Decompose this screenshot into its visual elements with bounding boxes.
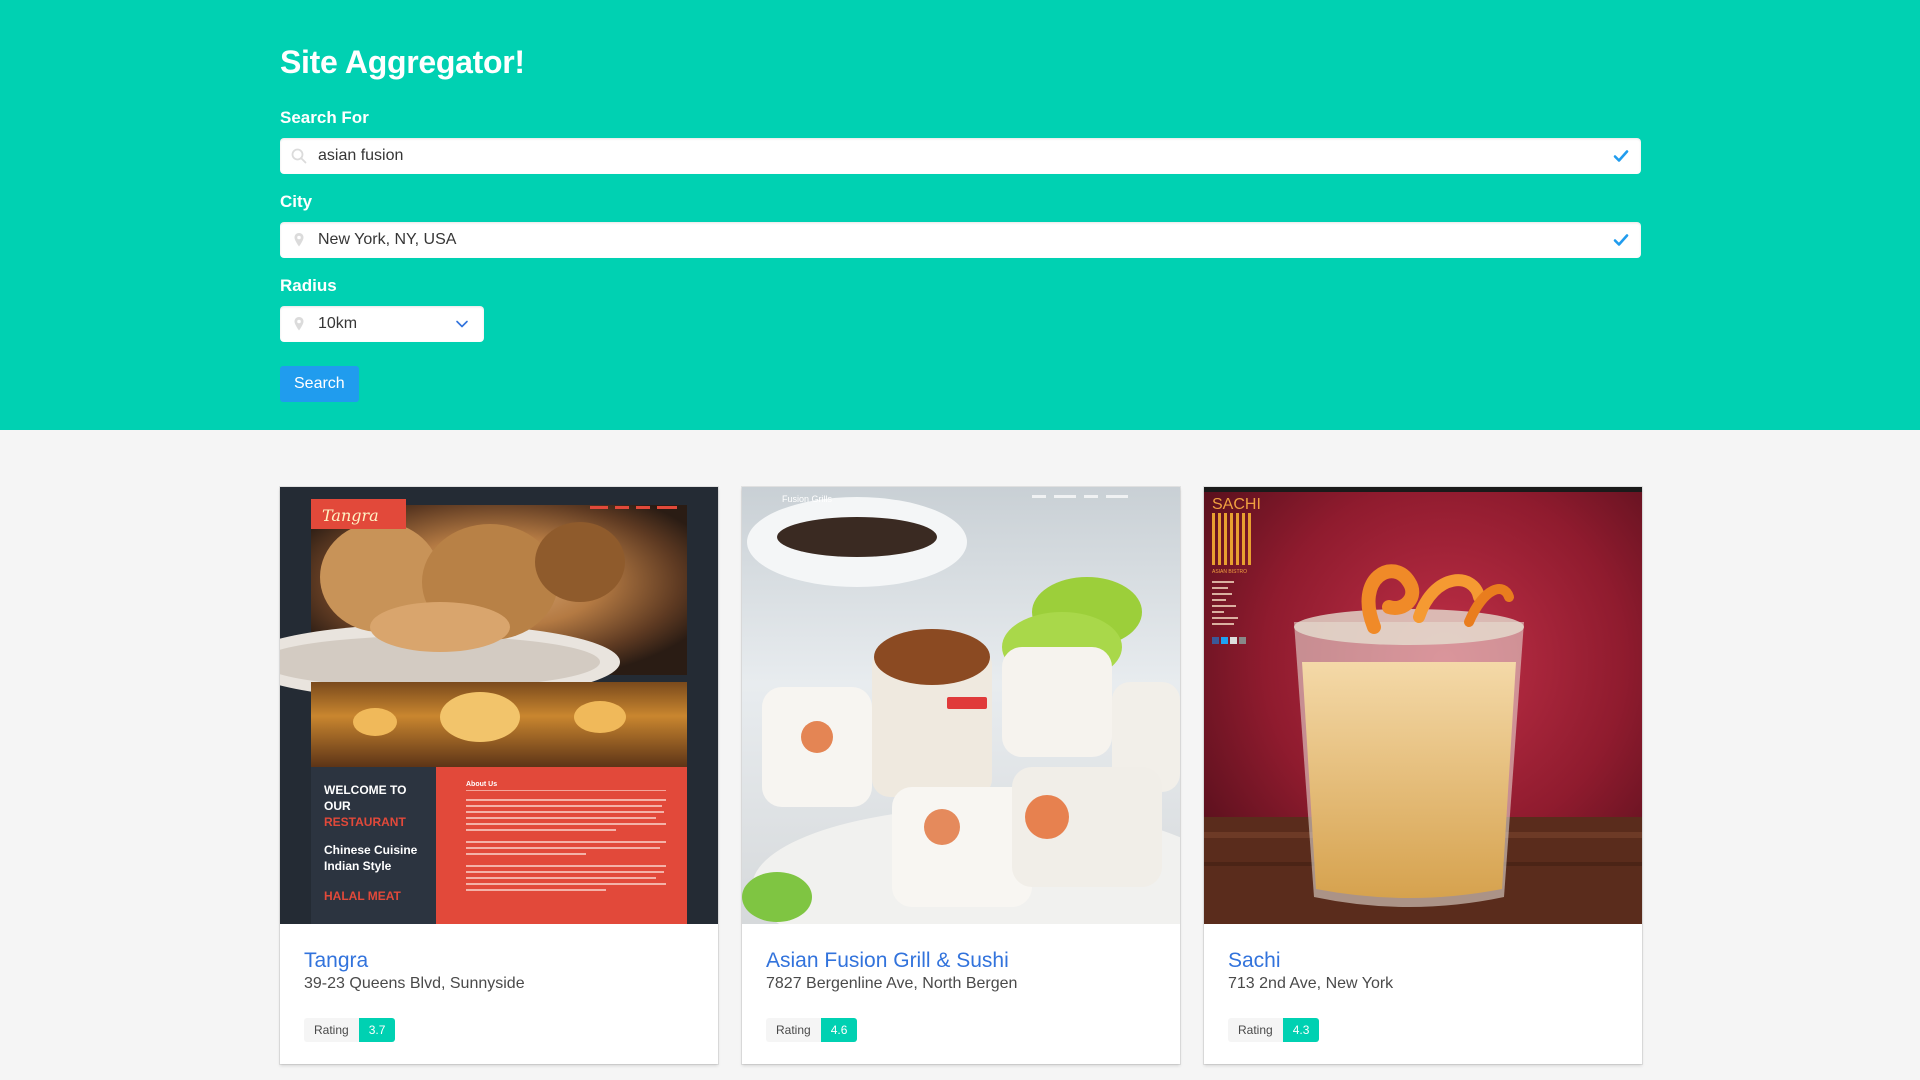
thumb-logo-text: Tangra — [322, 506, 379, 525]
thumb-welcome-2: OUR — [324, 799, 351, 813]
check-icon — [1613, 234, 1629, 246]
search-for-field: Search For — [280, 106, 1641, 174]
thumb-logo-text: Fusion Grills — [782, 494, 833, 504]
thumb-welcome-1: WELCOME TO — [324, 783, 406, 797]
restaurant-name-link[interactable]: Sachi — [1228, 948, 1281, 974]
rating-value: 4.3 — [1282, 1018, 1320, 1042]
restaurant-address: 39-23 Queens Blvd, Sunnyside — [304, 975, 525, 992]
radius-label: Radius — [280, 276, 337, 295]
results-section: Tangra WELCOME TO OUR RESTAURANT Chinese… — [0, 430, 1920, 1064]
rating-value: 3.7 — [358, 1018, 396, 1042]
thumb-halal: HALAL MEAT — [324, 889, 402, 903]
search-for-input-wrap[interactable] — [280, 138, 1641, 174]
result-card[interactable]: Fusion Grills Asian Fusion Grill & Sushi… — [742, 487, 1180, 1064]
map-marker-icon — [294, 317, 304, 331]
search-icon — [291, 148, 307, 164]
rating-tags: Rating 4.6 — [766, 1018, 1156, 1042]
site-screenshot-image[interactable]: SACHI ASIAN BISTRO — [1204, 487, 1642, 924]
result-card[interactable]: Tangra WELCOME TO OUR RESTAURANT Chinese… — [280, 487, 718, 1064]
site-screenshot-image[interactable]: Tangra WELCOME TO OUR RESTAURANT Chinese… — [280, 487, 718, 924]
rating-tags: Rating 3.7 — [304, 1018, 694, 1042]
search-input[interactable] — [280, 138, 1641, 174]
thumb-welcome-3: RESTAURANT — [324, 815, 406, 829]
restaurant-address: 7827 Bergenline Ave, North Bergen — [766, 975, 1018, 992]
restaurant-address: 713 2nd Ave, New York — [1228, 975, 1394, 992]
check-icon — [1613, 150, 1629, 162]
city-input[interactable] — [280, 222, 1641, 258]
radius-selected-value: 10km — [318, 315, 358, 332]
page-title: Site Aggregator! — [280, 44, 525, 80]
result-card[interactable]: SACHI ASIAN BISTRO Sachi 713 2nd Ave, Ne… — [1204, 487, 1642, 1064]
city-label: City — [280, 192, 313, 211]
chevron-down-icon — [456, 320, 468, 328]
thumb-about: About Us — [466, 781, 497, 788]
radius-select[interactable]: 10km — [280, 306, 484, 342]
city-input-wrap[interactable] — [280, 222, 1641, 258]
radius-field: Radius 10km — [280, 274, 1640, 342]
rating-tags: Rating 4.3 — [1228, 1018, 1618, 1042]
search-for-label: Search For — [280, 108, 369, 127]
restaurant-name-link[interactable]: Asian Fusion Grill & Sushi — [766, 948, 1009, 974]
city-field: City — [280, 190, 1641, 258]
restaurant-name-link[interactable]: Tangra — [304, 948, 368, 974]
rating-value: 4.6 — [820, 1018, 858, 1042]
site-screenshot-image[interactable]: Fusion Grills — [742, 487, 1180, 924]
search-button[interactable]: Search — [280, 366, 359, 402]
map-marker-icon — [294, 233, 304, 247]
rating-label: Rating — [766, 1018, 821, 1042]
thumb-sub-text: ASIAN BISTRO — [1212, 569, 1247, 575]
thumb-cuisine-2: Indian Style — [324, 859, 392, 873]
rating-label: Rating — [1228, 1018, 1283, 1042]
thumb-cuisine-1: Chinese Cuisine — [324, 843, 418, 857]
hero-search-section: Site Aggregator! Search For City — [0, 0, 1920, 430]
thumb-logo-text: SACHI — [1212, 496, 1261, 513]
rating-label: Rating — [304, 1018, 359, 1042]
